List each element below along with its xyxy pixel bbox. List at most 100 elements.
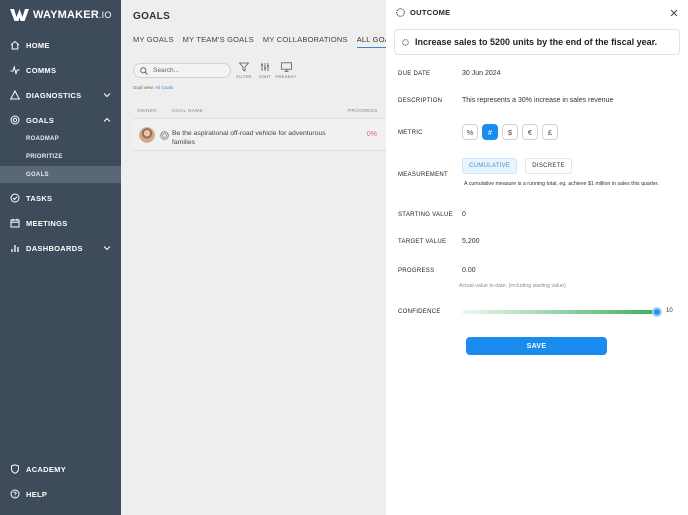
confidence-slider-track[interactable] (462, 310, 658, 314)
column-goal-name[interactable]: GOAL NAME (172, 109, 203, 114)
sidebar-item-dashboards[interactable]: DASHBOARDS (0, 238, 121, 258)
metric-number-button[interactable]: # (482, 124, 498, 140)
chevron-down-icon[interactable] (103, 244, 111, 252)
present-button[interactable]: PRESENT (275, 62, 297, 79)
metric-pound-button[interactable]: £ (542, 124, 558, 140)
due-date-field[interactable]: 30 Jun 2024 (462, 70, 501, 77)
sidebar-item-label: HOME (26, 40, 50, 50)
sidebar-item-label: TASKS (26, 193, 53, 203)
page-title: GOALS (133, 11, 171, 22)
goal-view-prefix: Goal view: (133, 85, 155, 90)
chevron-down-icon[interactable] (103, 91, 111, 99)
progress-hint: Actual value to date, (including startin… (459, 283, 566, 289)
outcome-title: Increase sales to 5200 units by the end … (415, 37, 658, 47)
tab-my-goals[interactable]: MY GOALS (133, 35, 174, 48)
metric-dollar-button[interactable]: $ (502, 124, 518, 140)
goal-target-icon (160, 131, 169, 140)
sidebar-item-label: DASHBOARDS (26, 243, 83, 253)
description-label: DESCRIPTION (398, 98, 443, 104)
tab-my-teams-goals[interactable]: MY TEAM'S GOALS (183, 35, 254, 48)
metric-percent-button[interactable]: % (462, 124, 478, 140)
confidence-value: 10 (666, 308, 673, 314)
target-value-field[interactable]: 5,200 (462, 238, 480, 245)
sidebar-item-comms[interactable]: COMMS (0, 60, 121, 80)
filter-label: FILTER (236, 74, 252, 79)
pulse-icon (10, 65, 20, 75)
due-date-label: DUE DATE (398, 71, 431, 77)
brand-name: WAYMAKER.IO (33, 9, 112, 21)
outcome-icon (396, 8, 405, 17)
close-icon[interactable] (670, 9, 678, 17)
cumulative-button[interactable]: CUMULATIVE (462, 158, 518, 174)
target-value-label: TARGET VALUE (398, 239, 447, 245)
filter-icon (239, 62, 249, 72)
sidebar-item-academy[interactable]: ACADEMY (0, 459, 121, 479)
sidebar-item-goals[interactable]: GOALS (0, 110, 121, 130)
sidebar-item-diagnostics[interactable]: DIAGNOSTICS (0, 85, 121, 105)
sidebar-item-label: HELP (26, 489, 48, 499)
metric-euro-button[interactable]: € (522, 124, 538, 140)
confidence-label: CONFIDENCE (398, 309, 441, 315)
shield-icon (10, 464, 20, 474)
measurement-label: MEASUREMENT (398, 172, 448, 178)
sidebar-item-tasks[interactable]: TASKS (0, 188, 121, 208)
monitor-icon (280, 62, 292, 72)
check-circle-icon (10, 193, 20, 203)
sidebar-subitem-prioritize[interactable]: PRIORITIZE (0, 148, 121, 165)
goal-view: Goal view: All Goals (133, 85, 173, 90)
filter-button[interactable]: FILTER (233, 62, 255, 79)
measurement-options: CUMULATIVE DISCRETE (462, 158, 572, 174)
progress-label: PROGRESS (398, 268, 435, 274)
sidebar-subitem-label: PRIORITIZE (26, 153, 63, 160)
starting-value-field[interactable]: 0 (462, 211, 466, 218)
goals-page: GOALS MY GOALS MY TEAM'S GOALS MY COLLAB… (121, 0, 400, 515)
search-input[interactable]: Search... (133, 63, 231, 78)
tab-my-collaborations[interactable]: MY COLLABORATIONS (263, 35, 348, 48)
table-row[interactable]: Be the aspirational off-road vehicle for… (133, 118, 386, 151)
description-field[interactable]: This represents a 30% increase in sales … (462, 97, 613, 104)
sidebar-item-home[interactable]: HOME (0, 35, 121, 55)
sidebar-subitem-goals[interactable]: GOALS (0, 166, 121, 183)
sidebar-item-label: COMMS (26, 65, 57, 75)
sort-button[interactable]: SORT (254, 62, 276, 79)
confidence-slider-handle[interactable] (652, 307, 662, 317)
sidebar: WAYMAKER.IO HOME COMMS DIAGNOSTICS GOALS… (0, 0, 121, 515)
chevron-up-icon[interactable] (103, 116, 111, 124)
sidebar-item-label: GOALS (26, 115, 55, 125)
search-placeholder: Search... (153, 67, 180, 74)
goals-tabs: MY GOALS MY TEAM'S GOALS MY COLLABORATIO… (133, 35, 400, 48)
progress-field[interactable]: 0.00 (462, 267, 476, 274)
warning-icon (10, 90, 20, 100)
goal-progress: 0% (366, 131, 377, 138)
discrete-button[interactable]: DISCRETE (525, 158, 572, 174)
bar-chart-icon (10, 243, 20, 253)
sidebar-item-label: ACADEMY (26, 464, 67, 474)
metric-options: % # $ € £ (462, 124, 558, 140)
column-progress[interactable]: PROGRESS (348, 109, 378, 114)
outcome-panel: OUTCOME Increase sales to 5200 units by … (386, 0, 688, 515)
measurement-note: A cumulative measure is a running total,… (464, 181, 659, 187)
target-icon (10, 115, 20, 125)
sidebar-subitem-label: ROADMAP (26, 135, 60, 142)
starting-value-label: STARTING VALUE (398, 212, 453, 218)
save-button[interactable]: SAVE (466, 337, 607, 355)
goal-view-link[interactable]: All Goals (155, 85, 173, 90)
panel-header-label: OUTCOME (410, 8, 451, 17)
sidebar-item-help[interactable]: HELP (0, 484, 121, 504)
column-owner[interactable]: OWNER (137, 109, 157, 114)
waymaker-logo-icon (10, 9, 29, 21)
sidebar-subitem-label: GOALS (26, 171, 49, 178)
goal-name[interactable]: Be the aspirational off-road vehicle for… (172, 129, 342, 147)
outcome-title-field[interactable]: Increase sales to 5200 units by the end … (394, 29, 680, 55)
panel-header: OUTCOME (396, 8, 450, 17)
home-icon (10, 40, 20, 50)
present-label: PRESENT (275, 74, 297, 79)
sort-label: SORT (258, 74, 272, 79)
sidebar-item-label: MEETINGS (26, 218, 68, 228)
sidebar-item-label: DIAGNOSTICS (26, 90, 82, 100)
sidebar-subitem-roadmap[interactable]: ROADMAP (0, 130, 121, 147)
help-icon (10, 489, 20, 499)
sort-icon (261, 63, 269, 71)
sidebar-item-meetings[interactable]: MEETINGS (0, 213, 121, 233)
brand-logo[interactable]: WAYMAKER.IO (10, 9, 112, 21)
